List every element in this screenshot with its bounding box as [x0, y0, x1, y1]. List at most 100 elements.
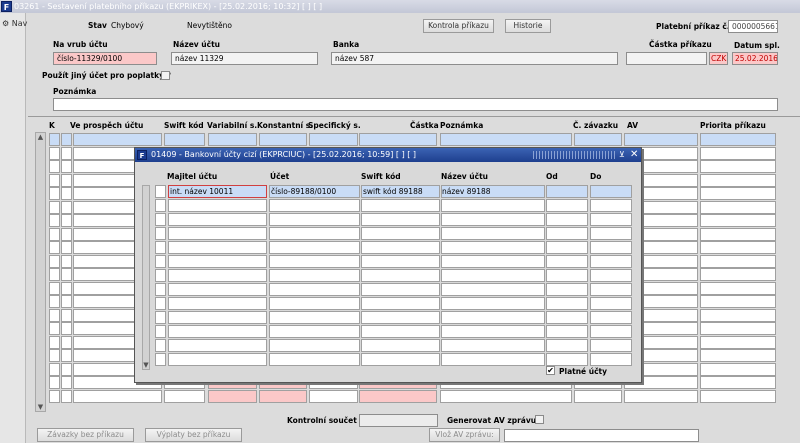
dialog-grid-cell[interactable] — [269, 227, 360, 240]
dialog-grid-cell[interactable] — [269, 213, 360, 226]
grid-cell[interactable] — [61, 227, 72, 241]
dialog-grid-cell[interactable] — [168, 311, 267, 324]
dialog-grid-cell[interactable] — [155, 325, 166, 338]
grid-cell[interactable] — [61, 308, 72, 322]
grid-cell[interactable] — [700, 376, 776, 389]
grid-cell[interactable] — [61, 241, 72, 254]
grid-cell[interactable] — [624, 389, 698, 403]
dialog-grid-cell[interactable] — [168, 325, 267, 338]
grid-cell[interactable] — [49, 214, 60, 227]
dialog-grid-cell[interactable] — [590, 297, 632, 310]
grid-cell[interactable] — [700, 227, 776, 241]
dialog-grid-cell[interactable] — [361, 311, 440, 324]
grid-cell[interactable] — [61, 146, 72, 160]
dialog-grid-cell[interactable] — [546, 241, 588, 254]
grid-cell[interactable] — [49, 349, 60, 362]
grid-cell[interactable] — [700, 133, 776, 146]
grid-cell[interactable] — [49, 362, 60, 376]
dialog-grid-cell[interactable] — [155, 297, 166, 310]
scroll-up-icon[interactable]: ▲ — [35, 132, 46, 142]
grid-cell[interactable] — [49, 308, 60, 322]
dialog-grid-cell[interactable] — [269, 283, 360, 296]
dialog-grid-cell[interactable] — [361, 325, 440, 338]
dialog-grid-cell[interactable] — [361, 255, 440, 268]
dialog-grid-cell[interactable] — [155, 311, 166, 324]
grid-cell[interactable] — [49, 173, 60, 187]
dialog-grid-cell[interactable] — [168, 269, 267, 282]
dialog-grid-cell[interactable] — [361, 297, 440, 310]
grid-cell[interactable] — [700, 281, 776, 295]
dialog-scrollbar[interactable] — [142, 185, 150, 370]
grid-cell[interactable] — [164, 389, 205, 403]
dialog-grid-cell[interactable] — [590, 227, 632, 240]
av-zprava-field[interactable] — [504, 429, 699, 442]
dialog-grid-cell[interactable] — [168, 339, 267, 352]
grid-cell[interactable] — [700, 308, 776, 322]
dialog-grid-cell[interactable] — [441, 227, 545, 240]
dialog-grid-cell[interactable] — [155, 353, 166, 366]
dialog-grid-cell[interactable] — [590, 269, 632, 282]
grid-cell[interactable] — [700, 322, 776, 335]
dialog-grid-cell[interactable] — [546, 283, 588, 296]
dialog-grid-cell[interactable] — [361, 213, 440, 226]
dialog-grid-cell[interactable] — [441, 241, 545, 254]
dialog-grid-cell[interactable] — [590, 353, 632, 366]
dialog-grid-cell[interactable] — [269, 325, 360, 338]
grid-cell[interactable] — [49, 295, 60, 308]
grid-cell[interactable] — [700, 214, 776, 227]
grid-cell[interactable] — [61, 268, 72, 281]
dialog-grid-cell[interactable] — [590, 283, 632, 296]
grid-cell[interactable] — [49, 133, 60, 146]
dialog-grid-cell[interactable] — [546, 325, 588, 338]
grid-cell[interactable] — [700, 335, 776, 349]
dialog-grid-cell[interactable] — [546, 227, 588, 240]
grid-cell[interactable] — [61, 133, 72, 146]
dialog-grid-cell[interactable] — [441, 269, 545, 282]
dialog-grid-cell[interactable] — [590, 255, 632, 268]
vyplaty-bez-prikazu-button[interactable]: Výplaty bez příkazu — [145, 428, 242, 442]
grid-cell[interactable] — [61, 295, 72, 308]
grid-cell[interactable] — [73, 133, 162, 146]
dialog-grid-cell[interactable] — [269, 269, 360, 282]
dialog-grid-cell[interactable] — [590, 185, 632, 198]
dialog-grid-cell[interactable] — [168, 213, 267, 226]
dialog-grid-cell[interactable] — [361, 199, 440, 212]
dialog-grid-cell[interactable] — [441, 283, 545, 296]
grid-cell[interactable] — [49, 241, 60, 254]
dialog-grid-cell[interactable] — [546, 339, 588, 352]
grid-cell[interactable] — [61, 200, 72, 214]
dialog-grid-cell[interactable] — [546, 199, 588, 212]
dialog-grid-cell[interactable] — [361, 353, 440, 366]
dialog-grid-cell[interactable] — [269, 311, 360, 324]
grid-cell[interactable] — [440, 133, 572, 146]
grid-cell[interactable] — [49, 160, 60, 173]
grid-cell[interactable] — [49, 187, 60, 200]
dialog-grid-cell[interactable] — [155, 241, 166, 254]
dialog-grid-cell[interactable] — [441, 199, 545, 212]
grid-cell[interactable] — [49, 376, 60, 389]
dialog-grid-cell[interactable] — [155, 185, 166, 198]
grid-cell[interactable] — [61, 214, 72, 227]
dialog-grid-cell[interactable] — [155, 339, 166, 352]
platne-ucty-checkbox[interactable]: ✔ — [546, 366, 555, 375]
grid-cell[interactable] — [61, 187, 72, 200]
grid-scrollbar[interactable] — [35, 132, 46, 412]
dialog-grid-cell[interactable] — [590, 213, 632, 226]
grid-cell[interactable] — [208, 133, 257, 146]
generovat-av-checkbox[interactable] — [535, 415, 544, 424]
dialog-grid-cell[interactable] — [441, 325, 545, 338]
dialog-scroll-down-icon[interactable]: ▼ — [141, 360, 151, 370]
grid-cell[interactable] — [61, 254, 72, 268]
dialog-grid-cell[interactable] — [269, 297, 360, 310]
grid-cell[interactable] — [61, 349, 72, 362]
dialog-grid-cell[interactable] — [269, 255, 360, 268]
dialog-grid-cell[interactable] — [441, 255, 545, 268]
dialog-grid-cell[interactable] — [546, 255, 588, 268]
grid-cell[interactable] — [359, 389, 437, 403]
grid-cell[interactable] — [61, 376, 72, 389]
grid-cell[interactable] — [61, 322, 72, 335]
grid-cell[interactable] — [49, 146, 60, 160]
grid-cell[interactable] — [49, 281, 60, 295]
grid-cell[interactable] — [700, 160, 776, 173]
grid-cell[interactable] — [309, 389, 358, 403]
